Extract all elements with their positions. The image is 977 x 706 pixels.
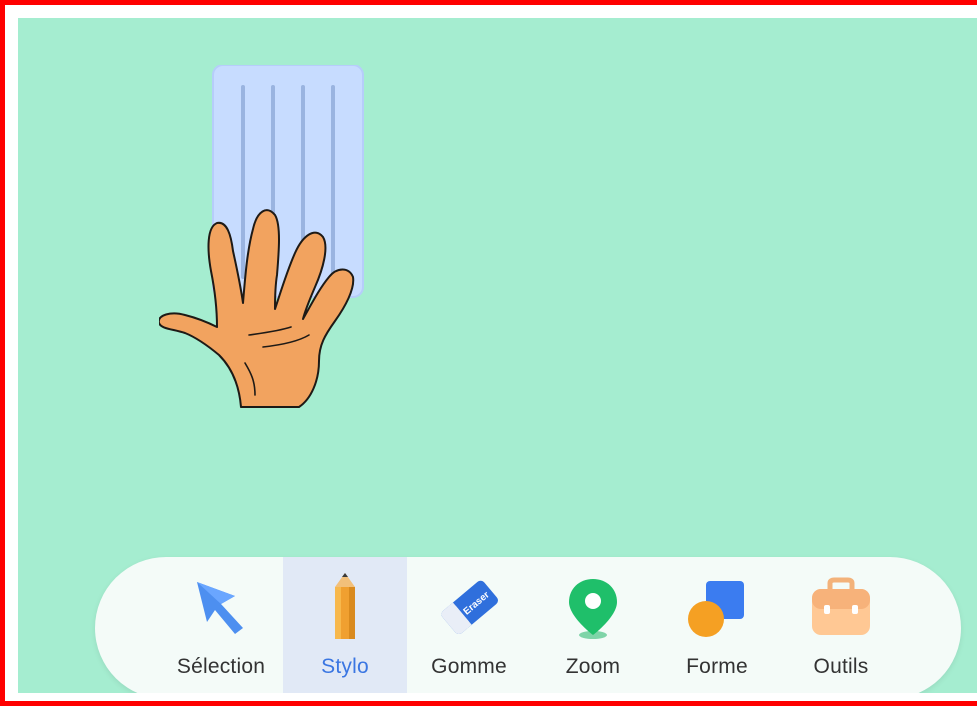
tool-label: Outils [813,655,869,678]
tool-selection[interactable]: Sélection [159,557,283,693]
hand-icon [159,209,355,408]
tool-label: Forme [686,655,748,678]
tool-tools[interactable]: Outils [779,557,903,693]
palm-gesture-hint [159,65,364,408]
shapes-icon [683,574,751,642]
map-pin-icon [559,574,627,642]
tool-label: Zoom [565,655,621,678]
tool-eraser[interactable]: Eraser Gomme [407,557,531,693]
eraser-icon: Eraser [435,574,503,642]
toolbox-icon [807,574,875,642]
tool-zoom[interactable]: Zoom [531,557,655,693]
pencil-icon [311,573,379,642]
tool-shape[interactable]: Forme [655,557,779,693]
tool-label: Sélection [176,655,266,678]
tool-label: Stylo [321,655,369,678]
tool-label: Gomme [431,655,507,678]
tool-pen[interactable]: Stylo [283,557,407,693]
window-frame: Sélection Stylo Eraser Gomme Zoom Forme … [0,0,977,706]
cursor-arrow-icon [187,574,255,642]
drawing-canvas[interactable]: Sélection Stylo Eraser Gomme Zoom Forme … [18,18,977,693]
bottom-toolbar: Sélection Stylo Eraser Gomme Zoom Forme … [95,557,961,693]
